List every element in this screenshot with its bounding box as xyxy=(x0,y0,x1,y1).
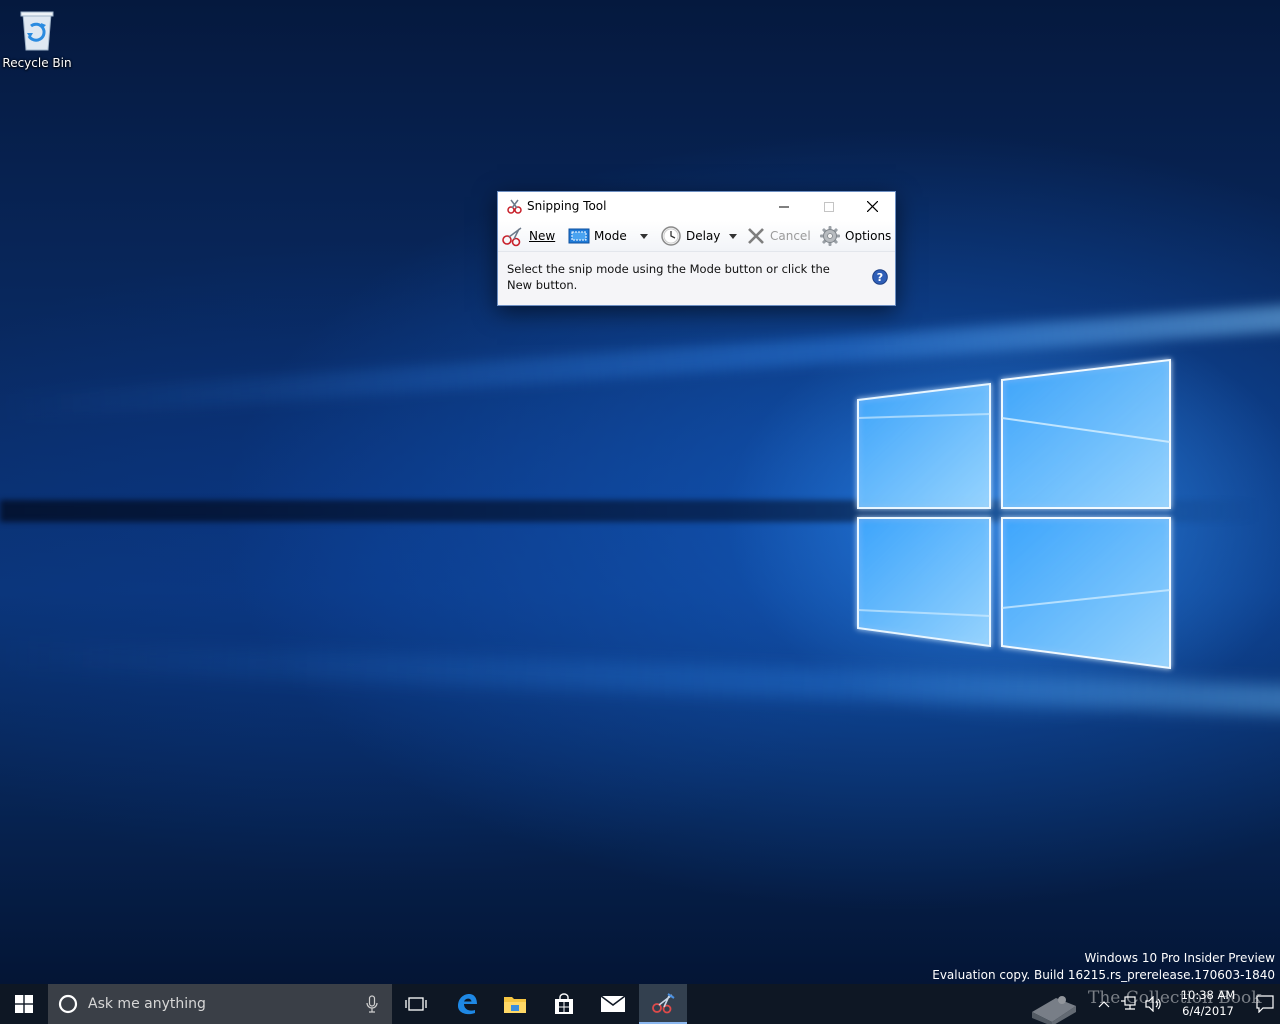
new-snip-label: New xyxy=(529,229,556,243)
snipping-tool-window: Snipping Tool New Mode Delay Cancel Opti… xyxy=(497,191,896,306)
clock-time: 10:38 AM xyxy=(1180,988,1236,1002)
help-icon[interactable]: ? xyxy=(872,269,888,285)
task-view-icon xyxy=(405,997,427,1011)
minimize-icon xyxy=(778,206,789,207)
snipping-tool-icon xyxy=(652,993,675,1014)
mail-envelope-icon xyxy=(600,995,626,1012)
window-title: Snipping Tool xyxy=(527,199,607,213)
desktop-icon-recycle-bin[interactable]: Recycle Bin xyxy=(2,6,72,78)
delay-button[interactable]: Delay xyxy=(660,222,720,250)
taskbar-clock[interactable]: 10:38 AM 6/4/2017 xyxy=(1170,987,1246,1019)
cortana-icon xyxy=(58,994,78,1014)
chevron-up-icon xyxy=(1098,1001,1110,1008)
microphone-icon[interactable] xyxy=(366,995,378,1013)
network-button[interactable] xyxy=(1117,984,1141,1024)
windows-start-icon xyxy=(15,995,33,1013)
evaluation-watermark: Windows 10 Pro Insider Preview Evaluatio… xyxy=(932,950,1275,984)
chevron-down-icon xyxy=(729,233,737,239)
delay-label: Delay xyxy=(686,229,721,243)
status-area: Select the snip mode using the Mode butt… xyxy=(498,251,895,305)
svg-text:?: ? xyxy=(877,271,883,284)
taskbar-app-snipping-tool[interactable] xyxy=(639,984,687,1024)
new-snip-icon xyxy=(502,227,522,247)
system-tray: 10:38 AM 6/4/2017 xyxy=(1030,984,1280,1024)
action-center-button[interactable] xyxy=(1250,984,1280,1024)
options-button[interactable]: Options xyxy=(819,222,891,250)
volume-button[interactable] xyxy=(1142,984,1166,1024)
taskbar-app-file-explorer[interactable] xyxy=(491,984,539,1024)
maximize-icon xyxy=(823,201,834,212)
desktop-wallpaper xyxy=(0,0,1280,984)
recycle-bin-icon xyxy=(20,11,54,51)
show-hidden-icons-button[interactable] xyxy=(1094,984,1114,1024)
taskbar-app-mail[interactable] xyxy=(589,984,637,1024)
mode-label: Mode xyxy=(594,229,627,243)
instruction-text: Select the snip mode using the Mode butt… xyxy=(507,262,830,292)
start-button[interactable] xyxy=(0,984,48,1024)
recycle-bin-label: Recycle Bin xyxy=(2,56,72,70)
speaker-volume-icon xyxy=(1145,996,1161,1012)
notification-icon xyxy=(1256,995,1274,1013)
close-icon xyxy=(867,201,878,212)
maximize-button[interactable] xyxy=(806,192,851,221)
gear-icon xyxy=(820,226,840,246)
rectangular-snip-icon xyxy=(568,228,590,244)
cortana-search-box[interactable]: Ask me anything xyxy=(48,984,392,1024)
toolbar: New Mode Delay Cancel Options xyxy=(498,221,895,251)
clock-date: 6/4/2017 xyxy=(1182,1004,1234,1018)
cancel-x-icon xyxy=(748,228,764,244)
watermark-line-1: Windows 10 Pro Insider Preview xyxy=(1084,951,1275,965)
title-bar[interactable]: Snipping Tool xyxy=(498,192,895,221)
folder-icon xyxy=(504,997,526,1013)
network-icon xyxy=(1121,996,1136,1010)
taskbar-app-edge[interactable] xyxy=(443,984,491,1024)
chevron-down-icon xyxy=(640,233,648,239)
cancel-label: Cancel xyxy=(770,229,811,243)
taskbar: Ask me anything 10:38 AM 6/4/2017 xyxy=(0,984,1280,1024)
snipping-tool-icon xyxy=(507,199,522,214)
clock-icon xyxy=(661,226,681,246)
windows-logo-wallpaper-art xyxy=(857,358,1171,670)
taskbar-app-store[interactable] xyxy=(540,984,588,1024)
search-placeholder: Ask me anything xyxy=(88,996,206,1012)
store-bag-icon xyxy=(555,993,573,1014)
mode-button[interactable]: Mode xyxy=(568,222,627,250)
task-view-button[interactable] xyxy=(392,984,440,1024)
delay-dropdown-arrow[interactable] xyxy=(727,222,739,250)
watermark-line-2: Evaluation copy. Build 16215.rs_prerelea… xyxy=(932,968,1275,982)
mode-dropdown-arrow[interactable] xyxy=(638,222,650,250)
new-snip-button[interactable]: New xyxy=(501,222,555,250)
edge-browser-icon xyxy=(458,994,477,1015)
cancel-button: Cancel xyxy=(746,222,811,250)
close-button[interactable] xyxy=(850,192,895,221)
options-label: Options xyxy=(845,229,892,243)
minimize-button[interactable] xyxy=(761,192,806,221)
